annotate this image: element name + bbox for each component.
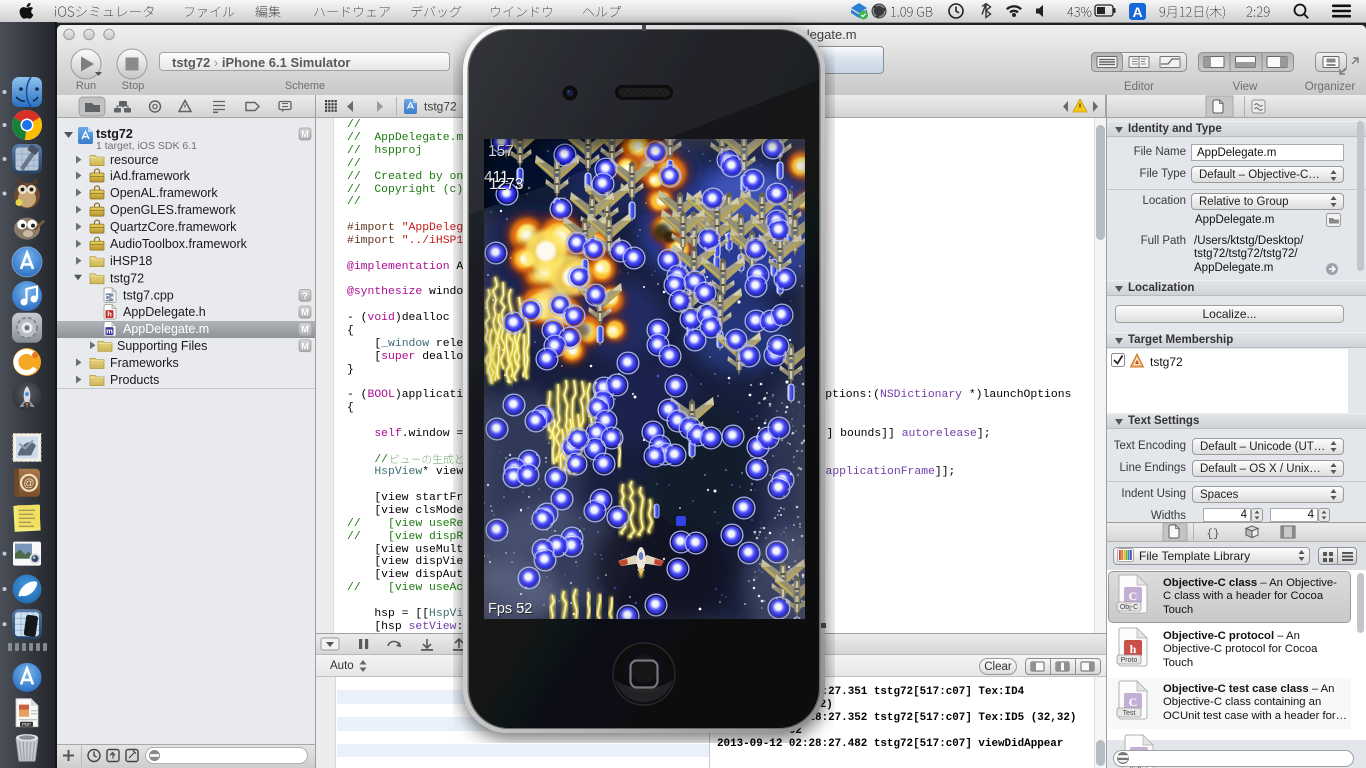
svg-text:@: @ xyxy=(23,477,34,489)
svg-text:Organizer: Organizer xyxy=(1305,81,1356,93)
svg-text:?: ? xyxy=(302,291,308,301)
svg-text:tstg7.cpp: tstg7.cpp xyxy=(123,288,174,302)
svg-text:iHSP18: iHSP18 xyxy=(110,254,152,268)
svg-text:OpenAL.framework: OpenAL.framework xyxy=(110,186,218,200)
svg-text:M: M xyxy=(301,325,309,335)
svg-text:Supporting Files: Supporting Files xyxy=(117,339,207,353)
svg-text:resource: resource xyxy=(110,153,159,167)
svg-text:{}: {} xyxy=(1206,529,1219,541)
svg-text:M: M xyxy=(301,130,309,140)
svg-text:View: View xyxy=(1233,81,1258,93)
svg-text:OpenGLES.framework: OpenGLES.framework xyxy=(110,203,236,217)
svg-text:tstg72: tstg72 xyxy=(110,271,144,285)
svg-text:A: A xyxy=(1132,4,1142,20)
svg-text:h: h xyxy=(107,310,112,319)
svg-text:Products: Products xyxy=(110,373,159,387)
svg-text:Editor: Editor xyxy=(1124,81,1154,93)
svg-text:AppDelegate.m: AppDelegate.m xyxy=(123,322,209,336)
svg-text:Test: Test xyxy=(1123,710,1136,717)
svg-text:QuartzCore.framework: QuartzCore.framework xyxy=(110,220,237,234)
svg-text:m: m xyxy=(106,327,113,336)
svg-text:iAd.framework: iAd.framework xyxy=(110,169,191,183)
svg-text:Obj-C: Obj-C xyxy=(1120,604,1138,611)
svg-text:PDF: PDF xyxy=(22,722,31,727)
svg-text:M: M xyxy=(301,308,309,318)
svg-text:h: h xyxy=(1130,642,1137,656)
svg-text:Frameworks: Frameworks xyxy=(110,356,179,370)
svg-text:AppDelegate.h: AppDelegate.h xyxy=(123,305,206,319)
svg-text:C: C xyxy=(1129,695,1138,709)
svg-text:M: M xyxy=(301,341,309,351)
svg-text:Proto: Proto xyxy=(1121,657,1138,664)
svg-text:AudioToolbox.framework: AudioToolbox.framework xyxy=(110,237,248,251)
svg-text:C: C xyxy=(1129,589,1138,603)
svg-text:C+: C+ xyxy=(105,293,115,302)
